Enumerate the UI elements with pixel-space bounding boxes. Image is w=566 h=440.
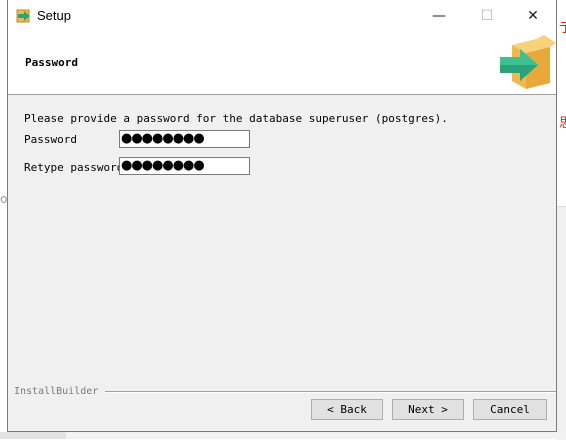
- page-title: Password: [25, 56, 78, 69]
- background-taskbar-fragment: [0, 432, 566, 439]
- window-title: Setup: [37, 8, 71, 23]
- minimize-icon: —: [432, 7, 446, 24]
- password-input[interactable]: ●●●●●●●●: [119, 130, 250, 148]
- installbuilder-brand: InstallBuilder: [14, 386, 99, 397]
- background-taskbar-fragment: [0, 432, 66, 439]
- background-window-fragment: [557, 206, 566, 440]
- cancel-button[interactable]: Cancel: [473, 399, 547, 420]
- installer-box-arrow-icon: [500, 35, 556, 89]
- background-red-text: 亍: [559, 21, 566, 36]
- close-button[interactable]: ✕: [510, 0, 556, 31]
- next-button[interactable]: Next >: [392, 399, 464, 420]
- setup-app-icon: [16, 9, 30, 23]
- title-bar[interactable]: Setup — ☐ ✕: [8, 0, 556, 31]
- footer-divider: [105, 391, 556, 393]
- instruction-text: Please provide a password for the databa…: [24, 112, 448, 125]
- maximize-icon: ☐: [480, 7, 494, 24]
- retype-password-label: Retype password: [24, 161, 124, 174]
- retype-password-input[interactable]: ●●●●●●●●: [119, 157, 250, 175]
- maximize-button[interactable]: ☐: [464, 0, 510, 31]
- background-red-text: 思: [559, 116, 566, 131]
- setup-window: Setup — ☐ ✕ Password Please provide a pa…: [7, 0, 557, 432]
- password-label: Password: [24, 133, 77, 146]
- close-icon: ✕: [527, 7, 539, 24]
- page-header: Password: [8, 31, 556, 95]
- back-button[interactable]: < Back: [311, 399, 383, 420]
- minimize-button[interactable]: —: [416, 0, 462, 31]
